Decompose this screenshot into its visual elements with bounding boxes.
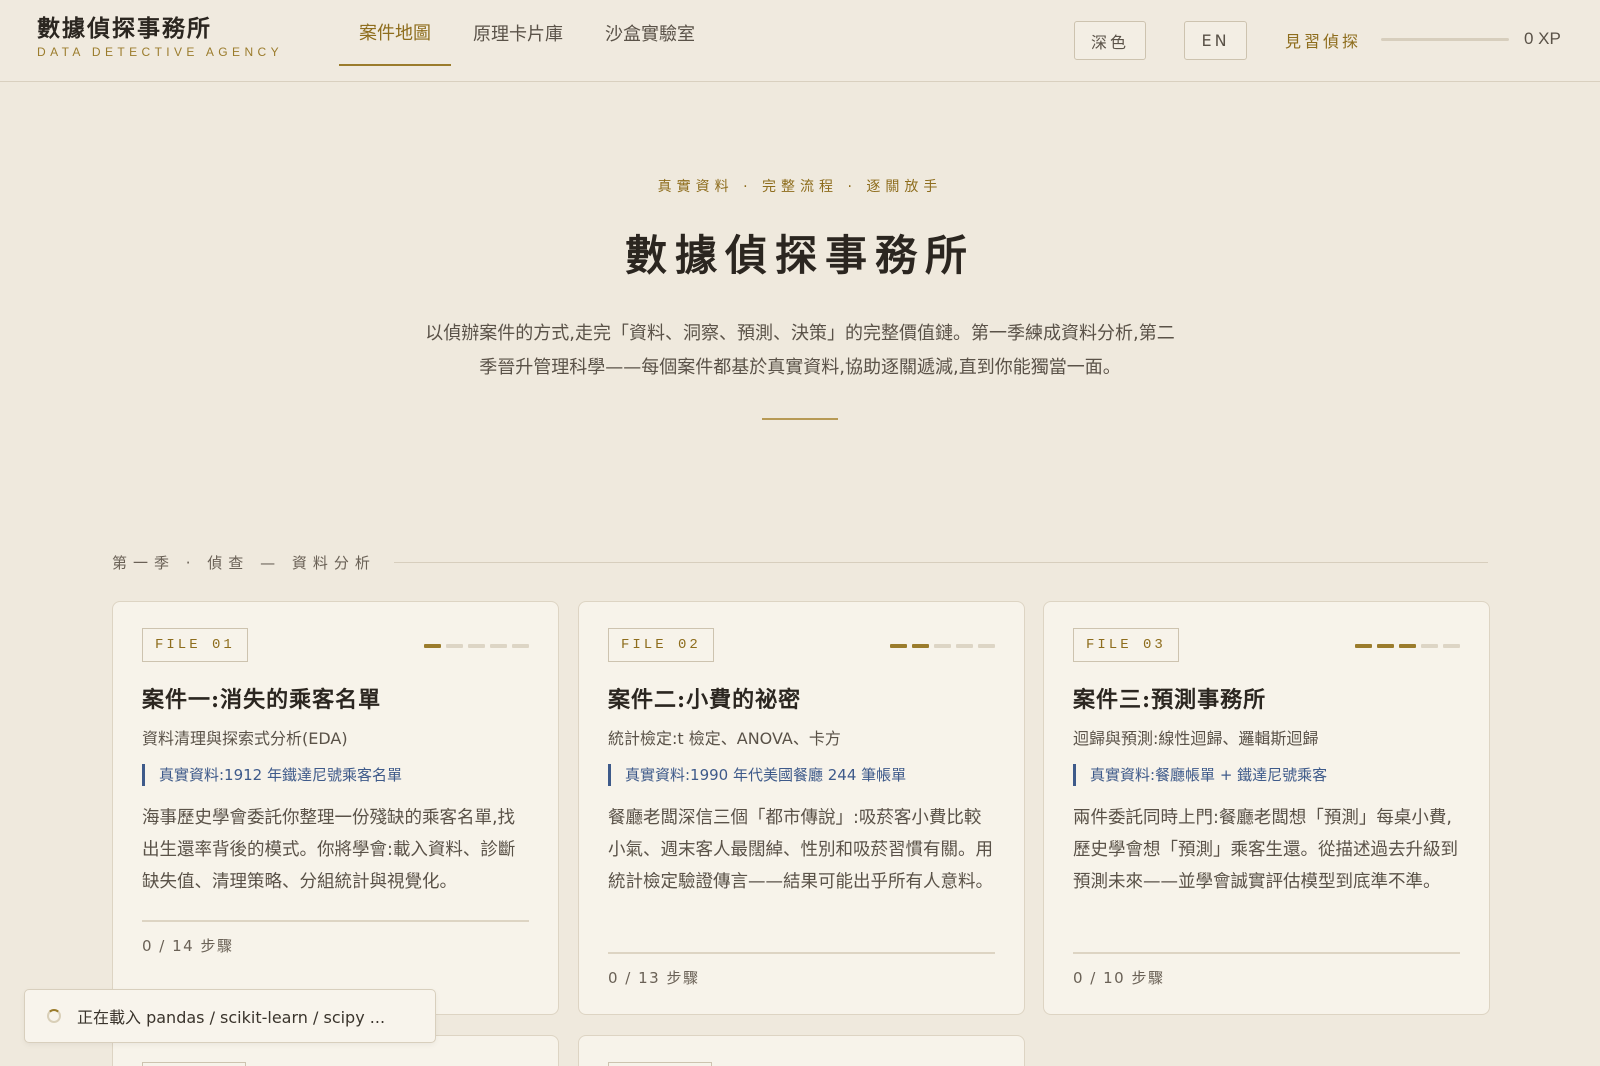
file-tag: FILE 03 xyxy=(1073,628,1179,662)
difficulty-pip xyxy=(978,644,995,648)
nav-principle-cards[interactable]: 原理卡片庫 xyxy=(453,0,583,66)
difficulty-indicator xyxy=(424,644,529,648)
rank-label: 見習偵探 xyxy=(1285,32,1362,51)
case-title: 案件一:消失的乘客名單 xyxy=(142,687,382,713)
main-nav: 案件地圖 原理卡片庫 沙盒實驗室 xyxy=(339,0,717,82)
difficulty-pip xyxy=(934,644,951,648)
case-steps: 0 / 10 步驟 xyxy=(1073,969,1165,987)
case-data-source: 真實資料:餐廳帳單 + 鐵達尼號乘客 xyxy=(1073,764,1327,786)
case-card-5[interactable] xyxy=(578,1035,1025,1066)
loading-message: 正在載入 pandas / scikit-learn / scipy ... xyxy=(77,1008,386,1027)
case-description: 餐廳老闆深信三個「都市傳說」:吸菸客小費比較小氣、週末客人最闊綽、性別和吸菸習慣… xyxy=(608,808,993,892)
xp-progress-bar xyxy=(1381,38,1509,41)
loading-toast: 正在載入 pandas / scikit-learn / scipy ... xyxy=(24,989,436,1043)
brand-title: 數據偵探事務所 xyxy=(37,15,212,42)
season-label: 第一季 · 偵查 — 資料分析 xyxy=(112,553,376,572)
card-divider xyxy=(1073,952,1460,954)
top-bar: 數據偵探事務所 DATA DETECTIVE AGENCY 案件地圖 原理卡片庫… xyxy=(0,0,1600,82)
case-card-3[interactable]: FILE 03 案件三:預測事務所 迴歸與預測:線性迴歸、邏輯斯迴歸 真實資料:… xyxy=(1043,601,1490,1015)
xp-value: 0 XP xyxy=(1524,29,1561,48)
case-subtitle: 資料清理與探索式分析(EDA) xyxy=(142,729,348,748)
hero-section: 真實資料 · 完整流程 · 逐關放手 數據偵探事務所 以偵辦案件的方式,走完「資… xyxy=(0,176,1600,420)
hero-divider xyxy=(762,418,838,420)
season-divider xyxy=(393,561,1488,563)
case-subtitle: 統計檢定:t 檢定、ANOVA、卡方 xyxy=(608,729,841,748)
difficulty-pip xyxy=(468,644,485,648)
file-tag xyxy=(142,1062,246,1066)
difficulty-pip xyxy=(1355,644,1372,648)
difficulty-pip xyxy=(446,644,463,648)
difficulty-pip xyxy=(1399,644,1416,648)
difficulty-indicator xyxy=(890,644,995,648)
theme-toggle-button[interactable]: 深色 xyxy=(1074,21,1146,60)
case-title: 案件三:預測事務所 xyxy=(1073,687,1267,713)
card-divider xyxy=(608,952,995,954)
case-card-2[interactable]: FILE 02 案件二:小費的祕密 統計檢定:t 檢定、ANOVA、卡方 真實資… xyxy=(578,601,1025,1015)
language-toggle-button[interactable]: EN xyxy=(1184,21,1247,60)
nav-sandbox-lab[interactable]: 沙盒實驗室 xyxy=(585,0,715,66)
season-header: 第一季 · 偵查 — 資料分析 xyxy=(112,552,1488,572)
hero-description: 以偵辦案件的方式,走完「資料、洞察、預測、決策」的完整價值鏈。第一季練成資料分析… xyxy=(425,323,1175,378)
difficulty-pip xyxy=(1377,644,1394,648)
page-title: 數據偵探事務所 xyxy=(624,231,975,280)
case-data-source: 真實資料:1990 年代美國餐廳 244 筆帳單 xyxy=(608,764,906,786)
case-subtitle: 迴歸與預測:線性迴歸、邏輯斯迴歸 xyxy=(1073,729,1319,748)
difficulty-pip xyxy=(1421,644,1438,648)
nav-case-map[interactable]: 案件地圖 xyxy=(339,0,451,66)
case-description: 海事歷史學會委託你整理一份殘缺的乘客名單,找出生還率背後的模式。你將學會:載入資… xyxy=(142,808,516,892)
brand-logo[interactable]: 數據偵探事務所 DATA DETECTIVE AGENCY xyxy=(37,14,283,59)
difficulty-pip xyxy=(512,644,529,648)
brand-subtitle: DATA DETECTIVE AGENCY xyxy=(37,45,283,59)
file-tag: FILE 02 xyxy=(608,628,714,662)
difficulty-pip xyxy=(890,644,907,648)
card-divider xyxy=(142,920,529,922)
difficulty-pip xyxy=(912,644,929,648)
case-steps: 0 / 14 步驟 xyxy=(142,937,234,955)
file-tag: FILE 01 xyxy=(142,628,248,662)
difficulty-indicator xyxy=(1355,644,1460,648)
hero-tagline: 真實資料 · 完整流程 · 逐關放手 xyxy=(657,179,943,195)
case-card-1[interactable]: FILE 01 案件一:消失的乘客名單 資料清理與探索式分析(EDA) 真實資料… xyxy=(112,601,559,1015)
case-steps: 0 / 13 步驟 xyxy=(608,969,700,987)
difficulty-pip xyxy=(1443,644,1460,648)
difficulty-pip xyxy=(424,644,441,648)
case-data-source: 真實資料:1912 年鐵達尼號乘客名單 xyxy=(142,764,402,786)
file-tag xyxy=(608,1062,712,1066)
difficulty-pip xyxy=(490,644,507,648)
case-description: 兩件委託同時上門:餐廳老闆想「預測」每桌小費,歷史學會想「預測」乘客生還。從描述… xyxy=(1073,808,1458,892)
loading-spinner-icon xyxy=(47,1009,61,1023)
difficulty-pip xyxy=(956,644,973,648)
case-title: 案件二:小費的祕密 xyxy=(608,687,802,713)
